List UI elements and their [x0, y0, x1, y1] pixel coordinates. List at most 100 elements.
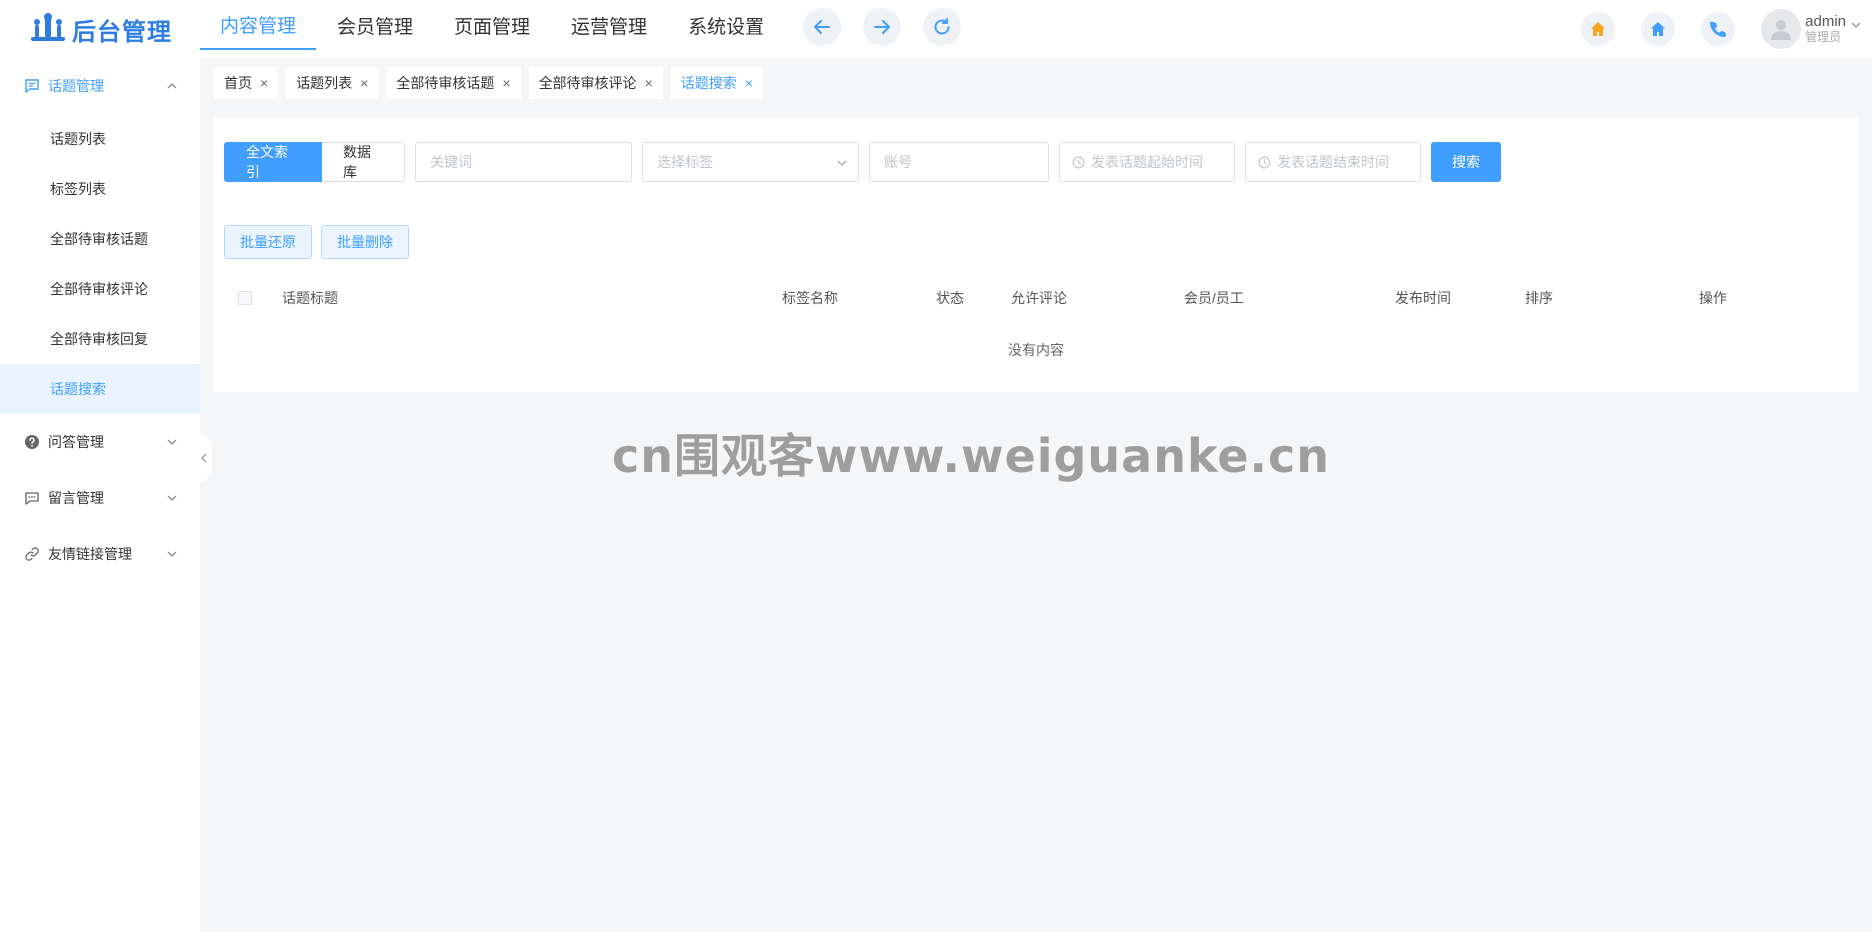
- tab-home[interactable]: 首页 ×: [214, 67, 279, 99]
- chevron-down-icon: [167, 551, 177, 557]
- sidebar-item-tag-list[interactable]: 标签列表: [0, 164, 200, 214]
- tabs-bar: 首页 × 话题列表 × 全部待审核话题 × 全部待审核评论 × 话题搜索 ×: [200, 58, 1872, 108]
- chat-bubble-icon: [25, 492, 39, 505]
- close-icon[interactable]: ×: [260, 75, 268, 91]
- sidebar-item-topic-list[interactable]: 话题列表: [0, 114, 200, 164]
- topnav-members[interactable]: 会员管理: [317, 0, 433, 50]
- tab-label: 话题列表: [296, 75, 353, 91]
- search-mode-toggle: 全文索引 数据库: [224, 142, 405, 182]
- search-button[interactable]: 搜索: [1431, 142, 1501, 182]
- sidebar-group-links[interactable]: 友情链接管理: [0, 526, 200, 582]
- sidebar-item-topic-search[interactable]: 话题搜索: [0, 364, 200, 414]
- sidebar-group-label: 话题管理: [48, 78, 104, 94]
- arrow-left-icon: [814, 20, 831, 34]
- col-allow-comment: 允许评论: [1011, 290, 1067, 306]
- header-right: admin 管理员: [1581, 0, 1872, 58]
- col-tag-name: 标签名称: [782, 290, 838, 306]
- sidebar-item-pending-replies[interactable]: 全部待审核回复: [0, 314, 200, 364]
- close-icon[interactable]: ×: [360, 75, 368, 91]
- clock-icon: [1072, 156, 1085, 168]
- avatar: [1761, 9, 1802, 49]
- tab-label: 话题搜索: [680, 75, 737, 91]
- start-time-picker[interactable]: 发表话题起始时间: [1059, 142, 1235, 182]
- col-status: 状态: [936, 290, 964, 306]
- mode-database-button[interactable]: 数据库: [322, 142, 405, 182]
- user-menu[interactable]: admin 管理员: [1761, 9, 1862, 49]
- sidebar-item-pending-comments[interactable]: 全部待审核评论: [0, 264, 200, 314]
- top-header: 后台管理 内容管理 会员管理 页面管理 运营管理 系统设置 admin 管理员: [0, 0, 1872, 58]
- home-button-blue[interactable]: [1641, 12, 1676, 46]
- col-topic-title: 话题标题: [282, 290, 338, 306]
- keyword-placeholder: 关键词: [430, 154, 472, 170]
- close-icon[interactable]: ×: [645, 75, 653, 91]
- refresh-button[interactable]: [923, 8, 962, 46]
- end-time-picker[interactable]: 发表话题结束时间: [1245, 142, 1421, 182]
- tab-pending-topics[interactable]: 全部待审核话题 ×: [386, 67, 521, 99]
- chevron-left-icon: [201, 453, 207, 463]
- main-panel: 全文索引 数据库 关键词 选择标签 账号 发表话题起始时间 发表话题结束时间 搜…: [214, 118, 1858, 392]
- logo[interactable]: 后台管理: [0, 0, 200, 58]
- history-buttons: [803, 0, 983, 58]
- end-time-placeholder: 发表话题结束时间: [1277, 154, 1389, 170]
- close-icon[interactable]: ×: [502, 75, 510, 91]
- col-actions: 操作: [1699, 290, 1727, 306]
- sidebar: 话题管理 话题列表 标签列表 全部待审核话题 全部待审核评论 全部待审核回复 话…: [0, 58, 200, 932]
- tab-label: 全部待审核话题: [396, 75, 495, 91]
- chevron-down-icon: [167, 495, 177, 501]
- account-input[interactable]: 账号: [869, 142, 1049, 182]
- tag-select[interactable]: 选择标签: [642, 142, 859, 182]
- phone-icon: [1710, 21, 1727, 37]
- top-nav: 内容管理 会员管理 页面管理 运营管理 系统设置: [200, 0, 785, 58]
- col-sort: 排序: [1525, 290, 1553, 306]
- col-publish-time: 发布时间: [1395, 290, 1451, 306]
- account-placeholder: 账号: [884, 154, 912, 170]
- tab-label: 首页: [224, 75, 252, 91]
- link-icon: [25, 547, 39, 561]
- sidebar-collapse-handle[interactable]: [196, 433, 212, 483]
- chevron-down-icon: [167, 439, 177, 445]
- topnav-pages[interactable]: 页面管理: [434, 0, 550, 50]
- select-all-checkbox[interactable]: [238, 291, 252, 305]
- forward-button[interactable]: [863, 8, 902, 46]
- batch-restore-button[interactable]: 批量还原: [224, 225, 312, 259]
- topnav-settings[interactable]: 系统设置: [668, 0, 784, 50]
- clock-icon: [1258, 156, 1271, 168]
- logo-text: 后台管理: [72, 18, 172, 46]
- home-icon: [1591, 22, 1606, 36]
- tag-select-placeholder: 选择标签: [657, 154, 713, 170]
- chevron-down-icon: [837, 160, 847, 166]
- empty-state: 没有内容: [1008, 342, 1064, 358]
- tab-label: 全部待审核评论: [538, 75, 637, 91]
- close-icon[interactable]: ×: [745, 75, 753, 91]
- sidebar-group-qa[interactable]: 问答管理: [0, 414, 200, 470]
- chevron-up-icon: [167, 83, 177, 89]
- user-icon: [1771, 20, 1792, 40]
- message-square-icon: [25, 79, 39, 93]
- user-role: 管理员: [1805, 29, 1842, 44]
- home-button-orange[interactable]: [1581, 12, 1616, 46]
- phone-button[interactable]: [1701, 12, 1736, 46]
- sidebar-group-label: 问答管理: [48, 434, 104, 450]
- mode-fulltext-button[interactable]: 全文索引: [224, 142, 322, 182]
- start-time-placeholder: 发表话题起始时间: [1091, 154, 1203, 170]
- sidebar-group-label: 留言管理: [48, 490, 104, 506]
- select-all-cell: [238, 278, 252, 318]
- col-member-staff: 会员/员工: [1184, 290, 1244, 306]
- topnav-content[interactable]: 内容管理: [200, 0, 317, 50]
- question-circle-icon: [25, 435, 39, 449]
- batch-actions: 批量还原 批量删除: [224, 225, 418, 259]
- chevron-down-icon: [1851, 22, 1861, 28]
- sidebar-group-topics[interactable]: 话题管理: [0, 58, 200, 114]
- tab-pending-comments[interactable]: 全部待审核评论 ×: [528, 67, 663, 99]
- tab-topic-list[interactable]: 话题列表 ×: [286, 67, 379, 99]
- search-form: 全文索引 数据库 关键词 选择标签 账号 发表话题起始时间 发表话题结束时间 搜…: [224, 142, 1501, 182]
- back-button[interactable]: [803, 8, 842, 46]
- keyword-input[interactable]: 关键词: [415, 142, 632, 182]
- batch-delete-button[interactable]: 批量删除: [321, 225, 409, 259]
- tab-topic-search[interactable]: 话题搜索 ×: [670, 67, 763, 99]
- sidebar-group-label: 友情链接管理: [48, 546, 132, 562]
- sidebar-group-messages[interactable]: 留言管理: [0, 470, 200, 526]
- refresh-icon: [934, 18, 950, 35]
- sidebar-item-pending-topics[interactable]: 全部待审核话题: [0, 214, 200, 264]
- topnav-operations[interactable]: 运营管理: [551, 0, 667, 50]
